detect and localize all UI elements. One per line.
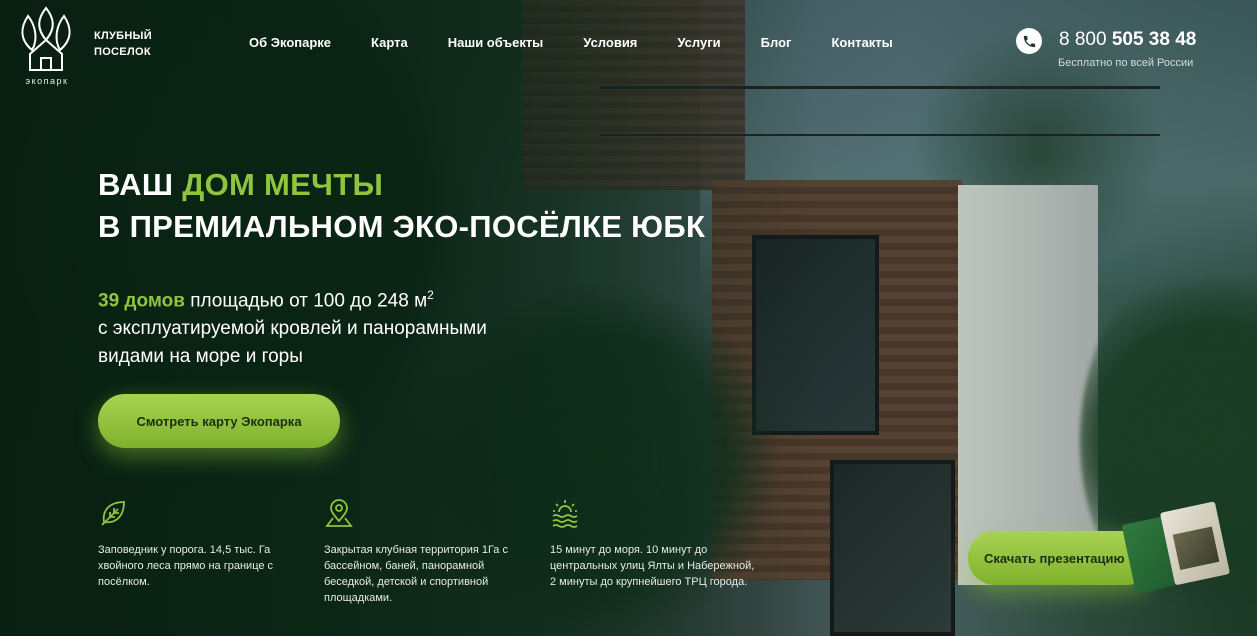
feature-text: Закрытая клубная территория 1Га с бассей… bbox=[324, 544, 508, 604]
hero-lead: 39 домов площадью от 100 до 248 м2 с экс… bbox=[98, 281, 618, 371]
map-pin-icon bbox=[325, 499, 353, 527]
nav-item-blog[interactable]: Блог bbox=[761, 35, 792, 50]
logo[interactable]: экопарк bbox=[16, 6, 78, 92]
phone-note: Бесплатно по всей России bbox=[1058, 57, 1194, 69]
feature-item: 15 минут до моря. 10 минут до центральны… bbox=[550, 498, 755, 590]
view-map-button[interactable]: Смотреть карту Экопарка bbox=[98, 394, 340, 448]
logo-text: экопарк bbox=[25, 76, 69, 86]
feature-text: 15 минут до моря. 10 минут до центральны… bbox=[550, 544, 755, 588]
phone-icon[interactable] bbox=[1016, 28, 1042, 54]
feature-text: Заповедник у порога. 14,5 тыс. Га хвойно… bbox=[98, 544, 274, 588]
lead-sup: 2 bbox=[427, 288, 434, 302]
hero-title-line2: В ПРЕМИАЛЬНОМ ЭКО-ПОСЁЛКЕ ЮБК bbox=[98, 209, 706, 244]
feature-item: Заповедник у порога. 14,5 тыс. Га хвойно… bbox=[98, 498, 303, 590]
lead-line2: с эксплуатируемой кровлей и панорамными bbox=[98, 318, 487, 340]
nav-item-objects[interactable]: Наши объекты bbox=[448, 35, 544, 50]
nav-item-map[interactable]: Карта bbox=[371, 35, 408, 50]
phone-prefix: 8 800 bbox=[1059, 29, 1107, 50]
nav-item-contacts[interactable]: Контакты bbox=[831, 35, 892, 50]
feature-item: Закрытая клубная территория 1Га с бассей… bbox=[324, 498, 529, 606]
lead-line3: видами на море и горы bbox=[98, 346, 303, 368]
nav-item-conditions[interactable]: Условия bbox=[583, 35, 637, 50]
sun-sea-icon bbox=[552, 500, 578, 528]
hero-title-part1: ВАШ bbox=[98, 167, 183, 202]
hero-title-accent: ДОМ МЕЧТЫ bbox=[182, 167, 384, 202]
lead-accent: 39 домов bbox=[98, 290, 185, 312]
club-label: КЛУБНЫЙ ПОСЕЛОК bbox=[94, 28, 152, 60]
lead-part1: площадью от 100 до 248 м bbox=[184, 290, 428, 312]
club-line-2: ПОСЕЛОК bbox=[94, 46, 151, 58]
nav-item-about[interactable]: Об Экопарке bbox=[249, 35, 331, 50]
leaf-icon bbox=[101, 501, 125, 526]
hero-title: ВАШ ДОМ МЕЧТЫ В ПРЕМИАЛЬНОМ ЭКО-ПОСЁЛКЕ … bbox=[98, 164, 705, 248]
phone-number[interactable]: 8 800 505 38 48 bbox=[1059, 29, 1196, 51]
club-line-1: КЛУБНЫЙ bbox=[94, 30, 152, 42]
eco-house-tree-logo-icon bbox=[21, 6, 71, 71]
main-nav: Об Экопарке Карта Наши объекты Условия У… bbox=[249, 35, 933, 50]
phone-main: 505 38 48 bbox=[1111, 29, 1197, 50]
nav-item-services[interactable]: Услуги bbox=[677, 35, 720, 50]
